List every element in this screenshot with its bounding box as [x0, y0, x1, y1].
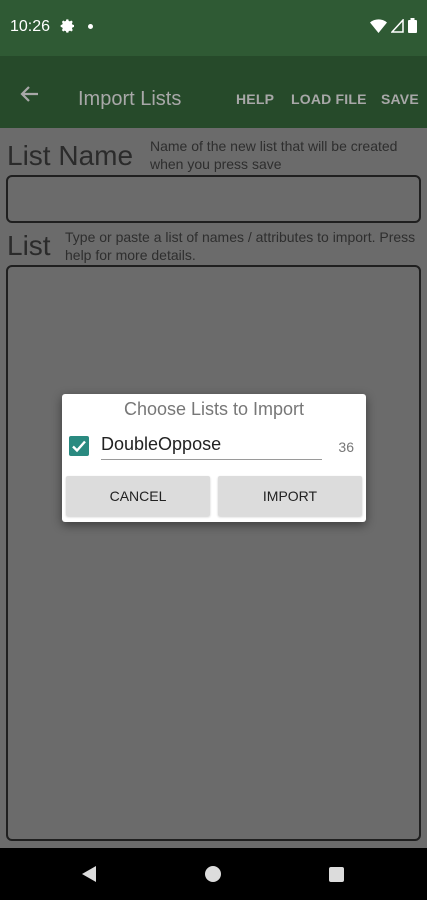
notification-dot-icon	[88, 24, 93, 29]
cancel-button[interactable]: CANCEL	[66, 476, 210, 516]
settings-icon	[60, 19, 74, 33]
battery-icon	[408, 18, 417, 33]
list-name-input[interactable]	[6, 175, 421, 223]
nav-back-icon[interactable]	[82, 866, 96, 882]
status-bar: 10:26	[0, 0, 427, 56]
checkmark-icon	[72, 440, 86, 453]
status-icons	[370, 18, 417, 33]
list-hint: Type or paste a list of names / attribut…	[65, 229, 416, 263]
nav-home-icon[interactable]	[205, 866, 221, 882]
status-time: 10:26	[10, 18, 51, 35]
list-checkbox[interactable]	[69, 436, 89, 456]
load-file-button[interactable]: LOAD FILE	[291, 91, 367, 107]
save-button[interactable]: SAVE	[381, 91, 419, 107]
app-bar: Import Lists HELP LOAD FILE SAVE	[0, 56, 427, 128]
dialog-title: Choose Lists to Import	[123, 399, 305, 419]
list-name-hint: Name of the new list that will be create…	[150, 138, 398, 172]
choose-lists-dialog: Choose Lists to Import DoubleOppose 36 C…	[62, 394, 366, 522]
navigation-bar	[0, 848, 427, 900]
page-title: Import Lists	[78, 88, 182, 110]
wifi-icon	[370, 18, 387, 33]
back-arrow-icon[interactable]	[18, 82, 42, 106]
nav-recents-icon[interactable]	[329, 867, 344, 882]
import-button[interactable]: IMPORT	[218, 476, 362, 516]
help-button[interactable]: HELP	[236, 91, 274, 107]
list-name-label: List Name	[7, 140, 134, 171]
list-textarea[interactable]	[6, 265, 421, 841]
list-label: List	[7, 230, 51, 261]
list-item-name: DoubleOppose	[101, 434, 322, 460]
signal-icon	[391, 18, 404, 33]
list-item-count: 36	[338, 439, 354, 455]
